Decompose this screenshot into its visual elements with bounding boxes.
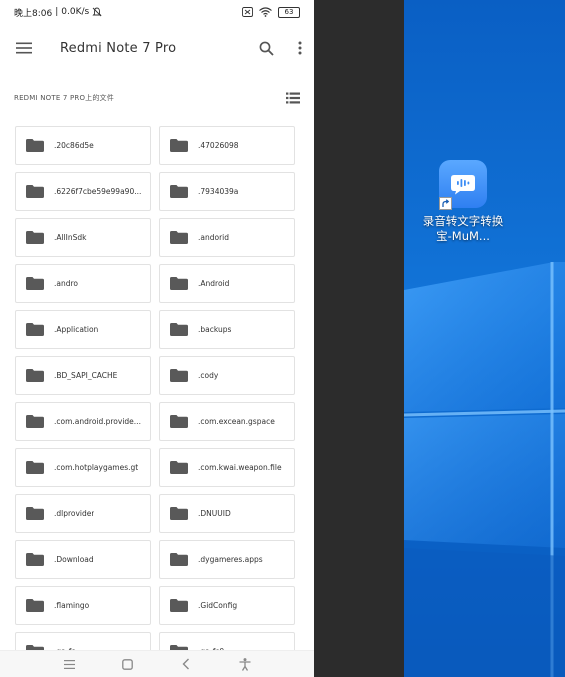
folder-icon — [26, 323, 44, 336]
folder-name: .andro — [54, 279, 79, 288]
folder-icon — [26, 553, 44, 566]
folder-icon — [170, 277, 188, 290]
status-network-speed: 0.0K/s — [61, 7, 90, 17]
menu-icon[interactable] — [16, 42, 32, 54]
folder-item[interactable]: .6226f7cbe59e99a90... — [15, 172, 151, 211]
folder-name: .com.excean.gspace — [198, 417, 275, 426]
folder-icon — [170, 323, 188, 336]
folder-name: .dlprovider — [54, 509, 95, 518]
windows-wallpaper — [404, 262, 565, 677]
status-separator: | — [55, 7, 59, 17]
folder-icon — [170, 461, 188, 474]
folder-icon — [170, 507, 188, 520]
search-icon[interactable] — [259, 41, 274, 56]
folder-item[interactable]: .BD_SAPI_CACHE — [15, 356, 151, 395]
folder-name: .cody — [198, 371, 219, 380]
mute-bell-icon — [92, 7, 102, 17]
recent-apps-icon[interactable] — [57, 654, 81, 674]
folder-item[interactable]: .20c86d5e — [15, 126, 151, 165]
folder-icon — [170, 139, 188, 152]
folder-item[interactable]: .GidConfig — [159, 586, 295, 625]
folder-icon — [170, 369, 188, 382]
window-divider — [314, 0, 404, 677]
shortcut-arrow-icon — [439, 197, 452, 210]
folder-item[interactable]: .7934039a — [159, 172, 295, 211]
sim-x-icon — [242, 7, 253, 17]
folder-name: .Application — [54, 325, 99, 334]
folder-item[interactable]: .com.android.provide... — [15, 402, 151, 441]
folder-name: .com.hotplaygames.gt — [54, 463, 139, 472]
folder-item[interactable]: .com.kwai.weapon.file — [159, 448, 295, 487]
folder-name: .47026098 — [198, 141, 239, 150]
breadcrumb: REDMI NOTE 7 PRO上的文件 — [0, 86, 314, 110]
folder-name: .20c86d5e — [54, 141, 94, 150]
folder-name: .com.kwai.weapon.file — [198, 463, 282, 472]
wifi-icon — [259, 7, 272, 17]
folder-name: .DNUUID — [198, 509, 231, 518]
folder-icon — [170, 231, 188, 244]
folder-name: .BD_SAPI_CACHE — [54, 371, 118, 380]
more-options-icon[interactable] — [298, 41, 302, 55]
folder-grid: .20c86d5e .47026098 .6226f7cbe59e99a90....… — [15, 126, 295, 671]
folder-name: .backups — [198, 325, 232, 334]
folder-item[interactable]: .Android — [159, 264, 295, 303]
folder-icon — [26, 507, 44, 520]
folder-item[interactable]: .DNUUID — [159, 494, 295, 533]
folder-item[interactable]: .andro — [15, 264, 151, 303]
folder-name: .andorid — [198, 233, 230, 242]
folder-item[interactable]: .com.excean.gspace — [159, 402, 295, 441]
folder-icon — [170, 185, 188, 198]
list-view-icon[interactable] — [286, 92, 300, 104]
folder-icon — [26, 415, 44, 428]
folder-item[interactable]: .47026098 — [159, 126, 295, 165]
folder-item[interactable]: .Download — [15, 540, 151, 579]
folder-name: .6226f7cbe59e99a90... — [54, 187, 142, 196]
folder-item[interactable]: .AllInSdk — [15, 218, 151, 257]
folder-item[interactable]: .dygameres.apps — [159, 540, 295, 579]
folder-name: .GidConfig — [198, 601, 238, 610]
folder-name: .AllInSdk — [54, 233, 87, 242]
folder-item[interactable]: .Application — [15, 310, 151, 349]
folder-name: .Download — [54, 555, 94, 564]
desktop-shortcut[interactable]: 录音转文字转换宝-MuM... — [423, 160, 503, 244]
back-icon[interactable] — [174, 654, 198, 674]
folder-icon — [26, 231, 44, 244]
folder-name: .com.android.provide... — [54, 417, 141, 426]
status-time: 晚上8:06 — [14, 8, 53, 19]
folder-name: .7934039a — [198, 187, 239, 196]
folder-icon — [26, 139, 44, 152]
folder-name: .Android — [198, 279, 230, 288]
shortcut-label: 录音转文字转换宝-MuM... — [422, 214, 504, 243]
folder-icon — [26, 277, 44, 290]
folder-icon — [26, 461, 44, 474]
voice-recorder-app-icon — [439, 160, 487, 210]
folder-item[interactable]: .dlprovider — [15, 494, 151, 533]
accessibility-icon[interactable] — [233, 654, 257, 674]
windows-desktop: 录音转文字转换宝-MuM... — [404, 0, 565, 677]
folder-icon — [170, 415, 188, 428]
folder-icon — [26, 369, 44, 382]
app-bar: Redmi Note 7 Pro — [0, 30, 314, 66]
folder-item[interactable]: .cody — [159, 356, 295, 395]
phone-screen: 晚上8:06 | 0.0K/s 63 Redmi Note 7 Pro REDM… — [0, 0, 314, 677]
location-label: REDMI NOTE 7 PRO上的文件 — [14, 94, 114, 102]
folder-icon — [26, 185, 44, 198]
home-icon[interactable] — [116, 654, 140, 674]
status-bar: 晚上8:06 | 0.0K/s 63 — [0, 0, 314, 24]
folder-icon — [170, 553, 188, 566]
device-title: Redmi Note 7 Pro — [60, 40, 177, 56]
folder-icon — [26, 599, 44, 612]
folder-item[interactable]: .andorid — [159, 218, 295, 257]
folder-name: .dygameres.apps — [198, 555, 263, 564]
folder-icon — [170, 599, 188, 612]
battery-icon: 63 — [278, 6, 300, 18]
folder-item[interactable]: .backups — [159, 310, 295, 349]
folder-item[interactable]: .com.hotplaygames.gt — [15, 448, 151, 487]
folder-name: .flamingo — [54, 601, 90, 610]
navigation-bar — [0, 650, 314, 677]
folder-item[interactable]: .flamingo — [15, 586, 151, 625]
